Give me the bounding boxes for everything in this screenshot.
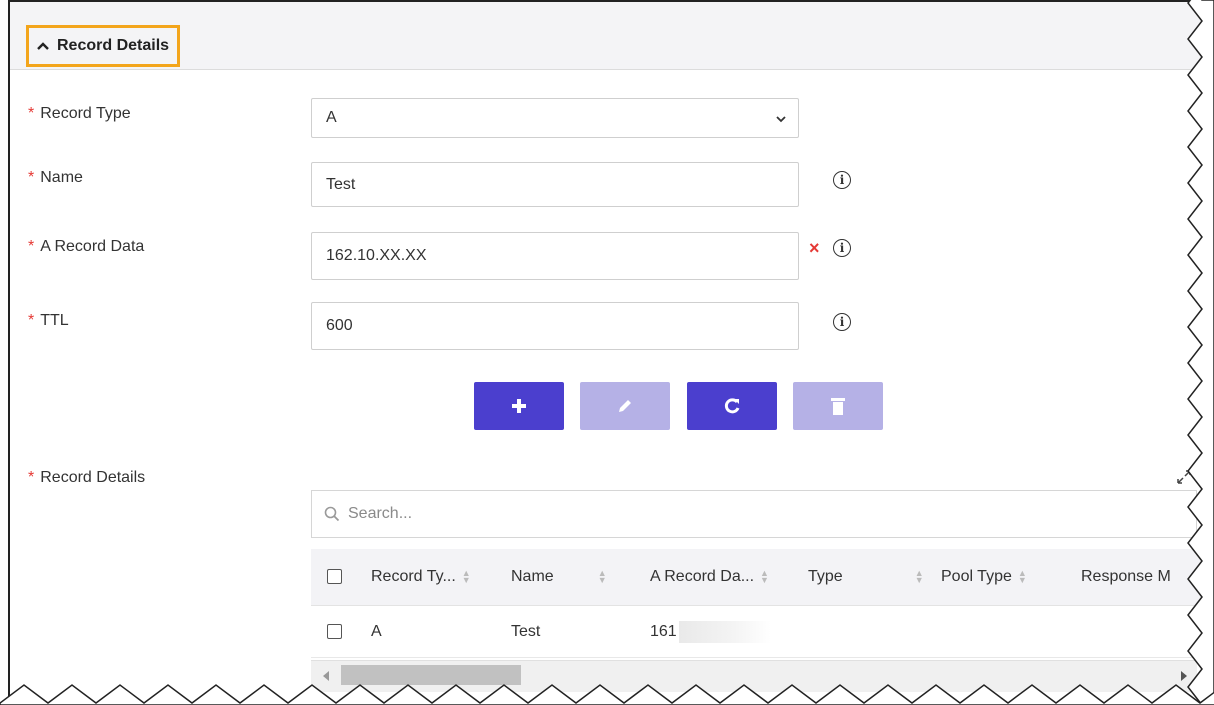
a-record-data-label: * A Record Data (28, 238, 144, 256)
chevron-down-icon (776, 116, 786, 123)
record-type-label: * Record Type (28, 105, 131, 123)
select-all-checkbox[interactable] (327, 569, 342, 584)
sort-icon: ▲ ▼ (461, 568, 471, 585)
info-glyph: i (839, 315, 845, 329)
name-label: * Name (28, 169, 83, 187)
scroll-left-icon[interactable] (323, 671, 329, 681)
delete-button[interactable] (793, 382, 883, 430)
sort-icon: ▲ ▼ (1017, 568, 1027, 585)
record-type-cell: A (371, 622, 382, 640)
record-type-value: A (326, 109, 337, 126)
column-label: Name (511, 568, 554, 585)
a-record-data-info-icon[interactable]: i (833, 239, 851, 257)
ttl-label-text: TTL (40, 312, 69, 329)
sort-icon: ▲ ▼ (914, 568, 924, 585)
a-record-data-label-text: A Record Data (40, 238, 145, 255)
section-title: Record Details (57, 37, 170, 54)
ttl-info-icon[interactable]: i (833, 313, 851, 331)
ttl-label: * TTL (28, 312, 69, 330)
column-header[interactable]: Name ▲ ▼ (511, 549, 607, 605)
a-record-data-input[interactable]: 162.10.XX.XX (311, 232, 799, 280)
required-mark: * (28, 169, 35, 186)
edit-button[interactable] (580, 382, 670, 430)
column-header[interactable]: A Record Da... ▲ ▼ (650, 549, 769, 605)
torn-edge-bottom (0, 684, 1214, 705)
redacted-blur (678, 620, 771, 643)
name-input[interactable]: Test (311, 162, 799, 207)
clear-icon[interactable]: × (809, 238, 820, 259)
add-button[interactable] (474, 382, 564, 430)
name-value: Test (326, 175, 356, 193)
column-label: Pool Type (941, 568, 1012, 585)
refresh-button[interactable] (687, 382, 777, 430)
column-label: Record Ty... (371, 568, 456, 585)
table-header: Record Ty... ▲ ▼ Name ▲ ▼ A Record Da... ▲ ▼ T… (311, 549, 1211, 606)
refresh-icon (724, 398, 740, 414)
record-details-toggle[interactable]: Record Details (26, 25, 181, 67)
records-table: Record Ty... ▲ ▼ Name ▲ ▼ A Record Da... ▲ ▼ T… (311, 549, 1211, 658)
ttl-value: 600 (326, 317, 353, 334)
required-mark: * (28, 469, 35, 486)
delete-icon (831, 398, 845, 415)
a-record-data-value: 162.10.XX.XX (326, 247, 427, 264)
column-label: A Record Da... (650, 568, 755, 585)
search-icon (324, 506, 340, 522)
row-checkbox[interactable] (327, 624, 342, 639)
name-info-icon[interactable]: i (833, 171, 851, 189)
column-header[interactable]: Response M (1081, 549, 1171, 605)
sort-icon: ▲ ▼ (597, 568, 607, 585)
name-cell: Test (511, 622, 541, 640)
record-details-label: * Record Details (28, 469, 145, 487)
info-glyph: i (839, 241, 845, 255)
info-glyph: i (839, 173, 845, 187)
record-details-panel: Record Details * Record Type A * Name Test… (8, 0, 1214, 705)
record-details-label-text: Record Details (40, 469, 146, 486)
column-label: Response M (1081, 568, 1171, 585)
column-header[interactable]: Record Ty... ▲ ▼ (371, 549, 471, 605)
chevron-up-icon (37, 42, 49, 50)
a-record-data-text: 161 (650, 622, 677, 640)
ttl-input[interactable]: 600 (311, 302, 799, 350)
required-mark: * (28, 238, 35, 255)
a-record-data-cell: 161 (650, 606, 771, 657)
edit-icon (619, 400, 631, 412)
record-type-select[interactable]: A (311, 98, 799, 138)
record-type-label-text: Record Type (40, 105, 131, 122)
search-placeholder: Search... (348, 505, 413, 522)
torn-edge-right (1187, 0, 1214, 705)
name-label-text: Name (40, 169, 83, 186)
search-input[interactable]: Search... (311, 490, 1197, 538)
section-header: Record Details (10, 2, 1214, 70)
column-label: Type (808, 568, 843, 585)
required-mark: * (28, 105, 35, 122)
column-header[interactable]: Type ▲ ▼ (808, 549, 924, 605)
add-icon (512, 399, 526, 413)
column-header[interactable]: Pool Type ▲ ▼ (941, 549, 1027, 605)
sort-icon: ▲ ▼ (760, 568, 769, 585)
table-row[interactable]: A Test 161 (311, 606, 1211, 658)
required-mark: * (28, 312, 35, 329)
